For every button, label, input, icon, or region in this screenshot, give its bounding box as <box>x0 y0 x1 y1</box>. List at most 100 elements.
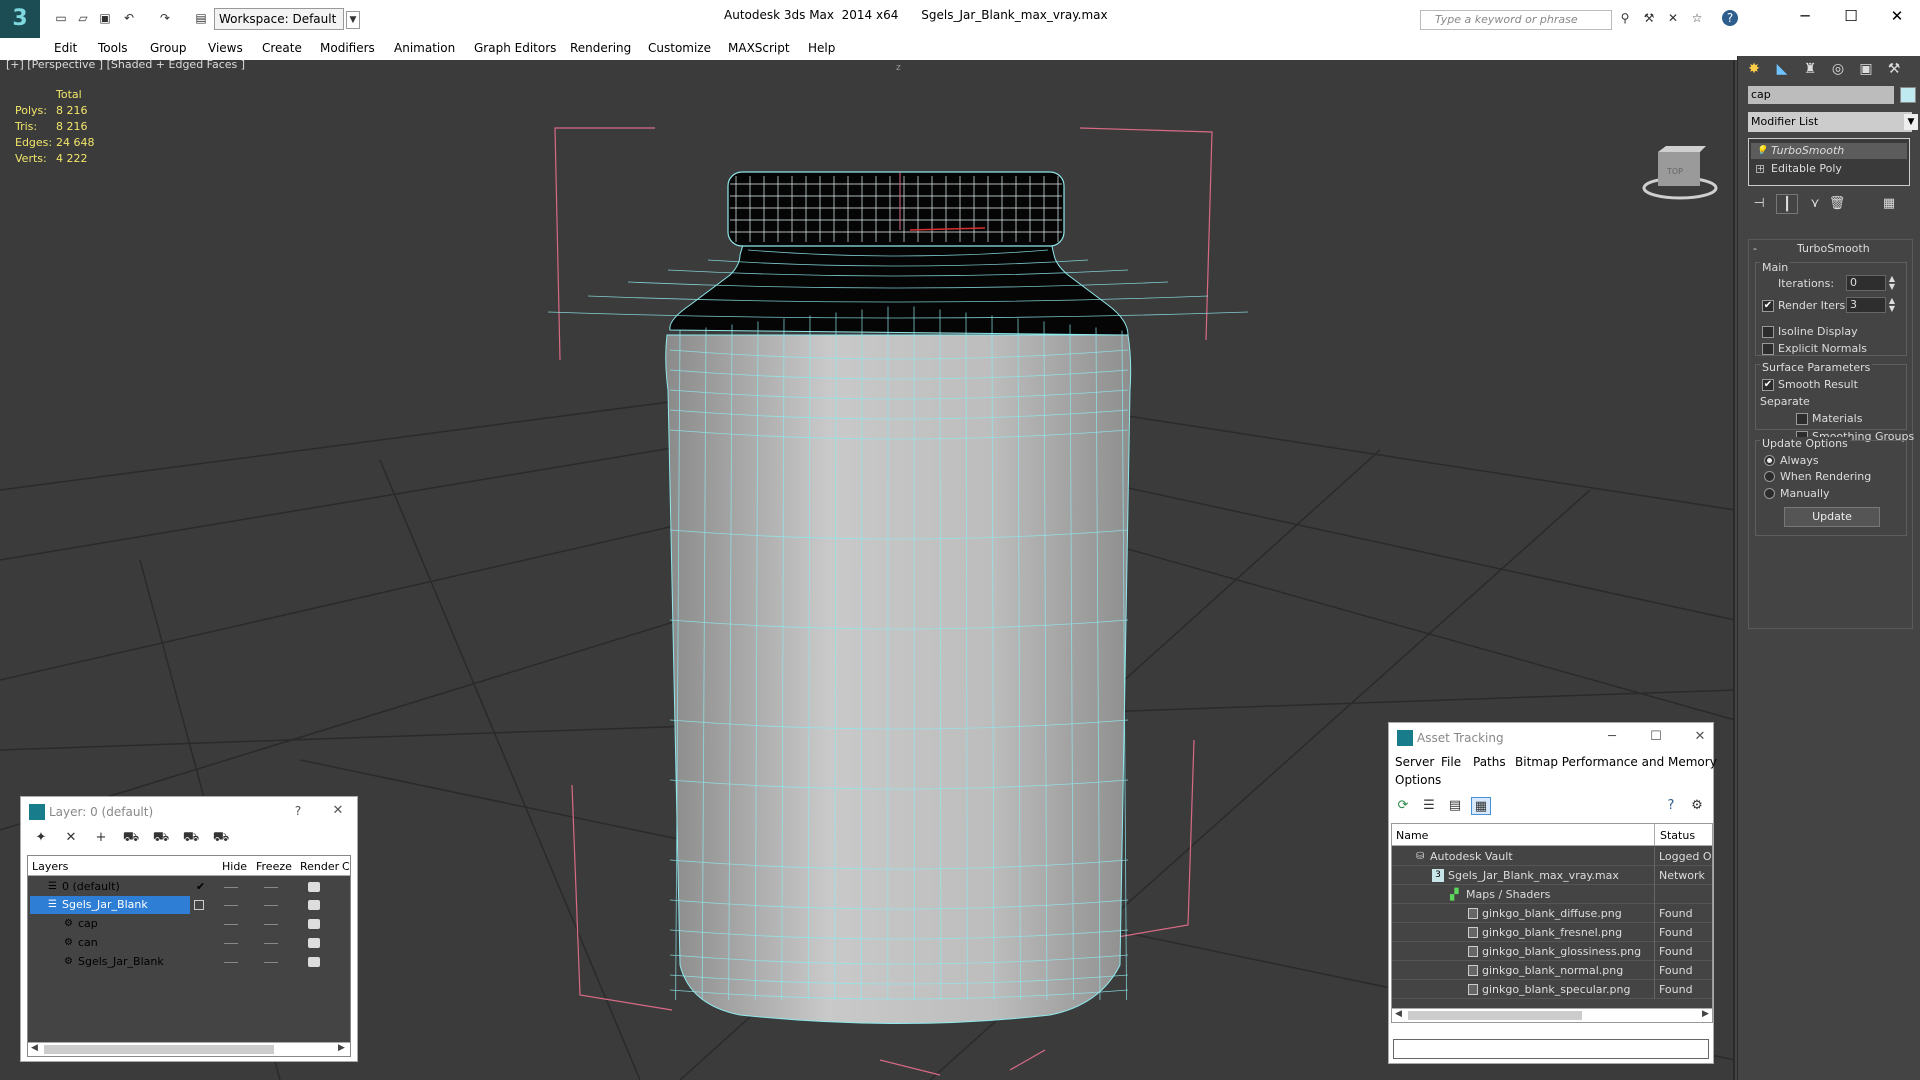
configure-sets-icon[interactable]: ▦ <box>1878 194 1900 214</box>
lightbulb-icon[interactable]: 💡 <box>1756 145 1767 157</box>
asset-menu-paths[interactable]: Paths <box>1473 755 1506 769</box>
hide-all-icon[interactable]: ⛟ <box>181 829 201 847</box>
settings-icon[interactable]: ⚙ <box>1687 797 1707 815</box>
save-icon[interactable]: ▣ <box>96 10 114 26</box>
asset-row-fresnel[interactable]: ginkgo_blank_fresnel.png Found <box>1392 923 1712 942</box>
render-iters-checkbox[interactable]: ✔ <box>1762 300 1774 312</box>
modifier-list-dropdown[interactable]: Modifier List ▼ <box>1748 112 1918 132</box>
viewcube-icon[interactable]: TOP <box>1642 146 1718 200</box>
display-tab-icon[interactable]: ▣ <box>1854 58 1878 80</box>
undo-icon[interactable]: ↶ <box>120 10 138 26</box>
asset-menu-server[interactable]: Server <box>1395 755 1434 769</box>
spinner-arrows-icon[interactable]: ▲ ▼ <box>1887 275 1897 291</box>
menu-create[interactable]: Create <box>262 41 302 55</box>
update-when-rendering-radio[interactable] <box>1764 471 1775 482</box>
render-teapot-icon[interactable] <box>308 957 320 967</box>
delete-layer-icon[interactable]: ✕ <box>61 829 81 847</box>
asset-row-specular[interactable]: ginkgo_blank_specular.png Found <box>1392 980 1712 999</box>
spinner-arrows-icon[interactable]: ▲ ▼ <box>1887 297 1897 313</box>
toggle-dash[interactable] <box>224 943 238 944</box>
asset-row-vault[interactable]: ⛁ Autodesk Vault Logged O <box>1392 847 1712 866</box>
render-teapot-icon[interactable] <box>308 882 320 892</box>
iterations-spinner[interactable]: 0 <box>1846 275 1886 291</box>
update-button[interactable]: Update <box>1784 507 1880 527</box>
smooth-result-checkbox[interactable]: ✔ <box>1762 379 1774 391</box>
asset-menu-options[interactable]: Options <box>1395 773 1441 787</box>
help-icon[interactable]: ? <box>1722 10 1738 26</box>
asset-menu-bitmap-performance[interactable]: Bitmap Performance and Memory <box>1515 755 1717 769</box>
scroll-thumb[interactable] <box>1408 1011 1582 1020</box>
scroll-thumb[interactable] <box>44 1045 274 1054</box>
toggle-dash[interactable] <box>264 962 278 963</box>
materials-checkbox[interactable] <box>1796 413 1808 425</box>
viewport-label[interactable]: [+] [Perspective ] [Shaded + Edged Faces… <box>6 58 245 71</box>
maximize-button[interactable]: ☐ <box>1836 4 1866 28</box>
update-manually-radio[interactable] <box>1764 488 1775 499</box>
layer-horizontal-scrollbar[interactable]: ◀ ▶ <box>28 1042 350 1056</box>
rollout-title[interactable]: TurboSmooth <box>1797 242 1870 255</box>
isoline-display-checkbox[interactable] <box>1762 326 1774 338</box>
menu-edit[interactable]: Edit <box>54 41 77 55</box>
layer-row-can[interactable]: ⚙ can <box>28 934 350 952</box>
column-c[interactable]: C <box>342 860 350 873</box>
search-input[interactable]: Type a keyword or phrase <box>1420 10 1612 30</box>
add-selected-icon[interactable]: + <box>91 829 111 847</box>
column-status[interactable]: Status <box>1660 829 1695 842</box>
render-iters-spinner[interactable]: 3 <box>1846 297 1886 313</box>
toggle-dash[interactable] <box>224 887 238 888</box>
communication-icon[interactable]: ✕ <box>1664 10 1682 26</box>
menu-rendering[interactable]: Rendering <box>570 41 631 55</box>
motion-tab-icon[interactable]: ◎ <box>1826 58 1850 80</box>
asset-maximize-button[interactable]: ☐ <box>1643 727 1669 747</box>
asset-row-normal[interactable]: ginkgo_blank_normal.png Found <box>1392 961 1712 980</box>
jar-mesh[interactable] <box>547 171 1249 1024</box>
column-freeze[interactable]: Freeze <box>256 860 292 873</box>
help-question-icon[interactable]: ? <box>1661 797 1681 815</box>
close-button[interactable]: ✕ <box>1882 4 1912 28</box>
asset-close-button[interactable]: ✕ <box>1687 727 1713 747</box>
freeze-all-icon[interactable]: ⛟ <box>211 829 231 847</box>
layer-row-sgels-jar-blank[interactable]: ☰ Sgels_Jar_Blank <box>30 896 190 914</box>
binoculars-icon[interactable]: ⚲ <box>1616 10 1634 26</box>
modify-tab-icon[interactable]: ◣ <box>1770 58 1794 80</box>
layer-row-sgels-jar-blank-object[interactable]: ⚙ Sgels_Jar_Blank <box>28 953 350 971</box>
toggle-dash[interactable] <box>264 924 278 925</box>
menu-customize[interactable]: Customize <box>648 41 711 55</box>
layer-row-cap[interactable]: ⚙ cap <box>28 915 350 933</box>
object-name-input[interactable]: cap <box>1748 86 1894 104</box>
project-folder-icon[interactable]: ▤ <box>192 10 210 26</box>
asset-row-maps[interactable]: ▞ Maps / Shaders <box>1392 885 1712 904</box>
minimize-button[interactable]: ─ <box>1790 4 1820 28</box>
redo-icon[interactable]: ↷ <box>156 10 174 26</box>
favorites-icon[interactable]: ☆ <box>1688 10 1706 26</box>
toggle-dash[interactable] <box>224 962 238 963</box>
scroll-left-icon[interactable]: ◀ <box>31 1043 38 1053</box>
quick-access-dropdown-icon[interactable]: ▼ <box>346 11 360 29</box>
menu-modifiers[interactable]: Modifiers <box>320 41 375 55</box>
list-view-icon[interactable]: ☰ <box>1419 797 1439 815</box>
asset-row-max-file[interactable]: 3 Sgels_Jar_Blank_max_vray.max Network <box>1392 866 1712 885</box>
asset-minimize-button[interactable]: ─ <box>1599 727 1625 747</box>
menu-maxscript[interactable]: MAXScript <box>728 41 790 55</box>
menu-help[interactable]: Help <box>808 41 835 55</box>
select-objects-icon[interactable]: ⛟ <box>121 829 141 847</box>
subscription-icon[interactable]: ⚒ <box>1640 10 1658 26</box>
open-file-icon[interactable]: ▱ <box>74 10 92 26</box>
stack-item-turbosmooth[interactable]: 💡 TurboSmooth <box>1751 143 1907 159</box>
create-layer-icon[interactable]: ✦ <box>31 829 51 847</box>
stack-item-editable-poly[interactable]: + Editable Poly <box>1751 161 1907 177</box>
asset-horizontal-scrollbar[interactable]: ◀ ▶ <box>1392 1008 1712 1022</box>
highlight-selected-icon[interactable]: ⛟ <box>151 829 171 847</box>
hierarchy-tab-icon[interactable]: ♜ <box>1798 58 1822 80</box>
layer-help-button[interactable]: ? <box>285 801 311 821</box>
expand-plus-icon[interactable]: + <box>1756 165 1764 173</box>
active-layer-check-icon[interactable]: ✔ <box>196 878 205 896</box>
show-end-result-icon[interactable]: ┃ <box>1776 194 1798 214</box>
layer-row-default[interactable]: ☰ 0 (default) ✔ <box>28 878 350 896</box>
rollout-collapse-icon[interactable]: - <box>1753 242 1757 255</box>
menu-views[interactable]: Views <box>208 41 243 55</box>
asset-path-field[interactable] <box>1393 1039 1709 1059</box>
object-color-swatch[interactable] <box>1900 87 1916 103</box>
remove-modifier-icon[interactable]: 🗑 <box>1826 194 1848 214</box>
render-teapot-icon[interactable] <box>308 919 320 929</box>
